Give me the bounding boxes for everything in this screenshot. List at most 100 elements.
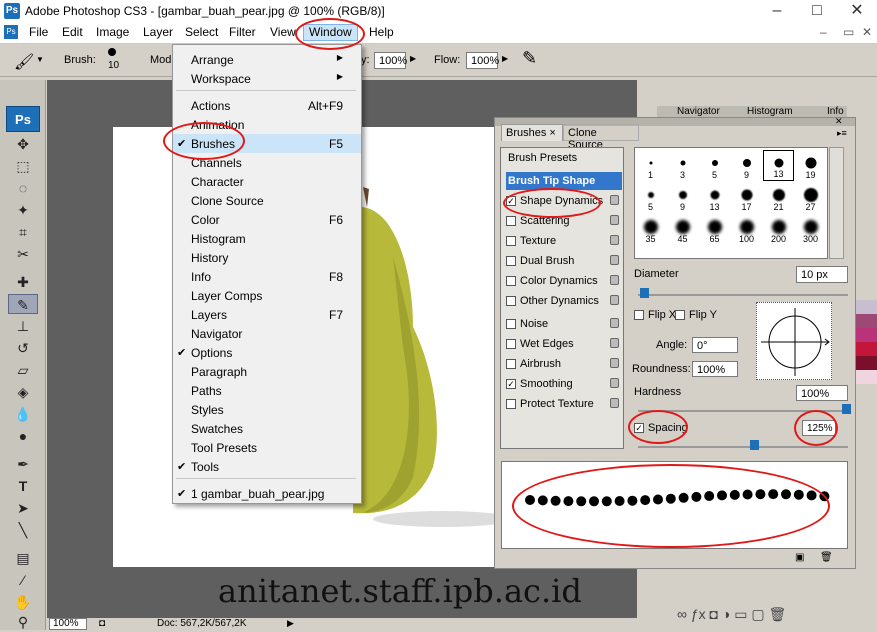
lock-icon[interactable] [610, 255, 619, 265]
brush-tip-5[interactable]: 5 [635, 182, 666, 213]
menu-file[interactable]: File [29, 25, 48, 39]
window-menu-item-clone-source[interactable]: Clone Source [173, 191, 361, 210]
menu-view[interactable]: View [270, 25, 296, 39]
maximize-button[interactable]: □ [797, 0, 837, 22]
tab-brushes[interactable]: Brushes × [501, 124, 563, 141]
window-menu-item-options[interactable]: ✔ Options [173, 343, 361, 362]
window-menu-item-tools[interactable]: ✔ Tools [173, 457, 361, 476]
brush-option-protect-texture[interactable]: Protect Texture [506, 395, 622, 413]
checkbox[interactable] [506, 236, 516, 247]
window-menu-item-paths[interactable]: Paths [173, 381, 361, 400]
brush-option-color-dynamics[interactable]: Color Dynamics [506, 272, 622, 290]
tool-preset-chevron-icon[interactable]: ▼ [36, 55, 44, 64]
status-arrow-icon[interactable]: ▶ [287, 618, 294, 629]
checkbox[interactable] [506, 296, 516, 307]
checkbox[interactable] [506, 256, 516, 267]
lock-icon[interactable] [610, 318, 619, 328]
healing-brush-icon[interactable]: ✚ [8, 272, 38, 292]
lock-icon[interactable] [610, 338, 619, 348]
minimize-button[interactable]: – [757, 0, 797, 22]
layers-footer-icons[interactable]: ∞ ƒx ◘ ◑ ▭ ▢ 🗑 [677, 606, 786, 623]
tab-navigator[interactable]: Navigator [677, 106, 720, 117]
status-icon[interactable]: ◘ [99, 618, 105, 629]
lasso-tool-icon[interactable]: ◌ [8, 178, 38, 198]
diameter-slider-handle[interactable] [640, 288, 649, 298]
menu-filter[interactable]: Filter [229, 25, 256, 39]
brush-preview-icon[interactable] [108, 48, 116, 56]
eraser-tool-icon[interactable]: ▱ [8, 360, 38, 380]
brush-tool-selected-icon[interactable]: ✎ [8, 294, 38, 314]
brush-tip-17[interactable]: 17 [731, 182, 762, 213]
brush-tip-21[interactable]: 21 [763, 182, 794, 213]
type-tool-icon[interactable]: T [8, 476, 38, 496]
line-tool-icon[interactable]: ╲ [8, 520, 38, 540]
spacing-slider-track[interactable] [638, 446, 848, 448]
tab-histogram[interactable]: Histogram [747, 106, 793, 117]
magic-wand-icon[interactable]: ✦ [8, 200, 38, 220]
window-menu-item-history[interactable]: History [173, 248, 361, 267]
pen-tool-icon[interactable]: ✒ [8, 454, 38, 474]
brush-tip-9[interactable]: 9 [667, 182, 698, 213]
menu-window[interactable]: Window [303, 24, 358, 41]
checkbox[interactable] [506, 359, 516, 370]
tab-clone-source[interactable]: Clone Source [563, 124, 639, 151]
window-menu-item-layer-comps[interactable]: Layer Comps [173, 286, 361, 305]
spacing-checkbox[interactable]: ✓ Spacing [634, 422, 688, 434]
dodge-tool-icon[interactable]: ● [8, 426, 38, 446]
brush-option-wet-edges[interactable]: Wet Edges [506, 335, 622, 353]
checkbox[interactable] [506, 276, 516, 287]
brush-option-shape-dynamics[interactable]: ✓ Shape Dynamics [506, 192, 622, 210]
opacity-dropdown-icon[interactable]: ▶ [410, 54, 416, 63]
checkbox[interactable] [506, 339, 516, 350]
flip-y-checkbox[interactable]: Flip Y [675, 309, 717, 321]
brush-tip-9[interactable]: 9 [731, 150, 762, 181]
path-selection-icon[interactable]: ➤ [8, 498, 38, 518]
brush-tip-27[interactable]: 27 [795, 182, 826, 213]
window-menu-item-actions[interactable]: Actions Alt+F9 [173, 96, 361, 115]
blur-tool-icon[interactable]: 💧 [8, 404, 38, 424]
window-menu-item-swatches[interactable]: Swatches [173, 419, 361, 438]
opacity-input[interactable]: 100% [374, 52, 407, 69]
window-menu-item-tool-presets[interactable]: Tool Presets [173, 438, 361, 457]
brush-option-texture[interactable]: Texture [506, 232, 622, 250]
brush-option-other-dynamics[interactable]: Other Dynamics [506, 292, 622, 310]
flow-input[interactable]: 100% [466, 52, 499, 69]
window-menu-item-brushes[interactable]: ✔ Brushes F5 [173, 134, 361, 153]
flow-dropdown-icon[interactable]: ▶ [502, 54, 508, 63]
hardness-slider-handle[interactable] [842, 404, 851, 414]
brush-tool-icon[interactable]: 🖌 [14, 52, 34, 72]
spacing-slider-handle[interactable] [750, 440, 759, 450]
doc-minimize-icon[interactable]: – [820, 25, 827, 39]
zoom-level-input[interactable]: 100% [49, 618, 87, 630]
close-button[interactable]: ✕ [837, 0, 877, 22]
new-preset-icon[interactable]: ▣ [795, 552, 804, 563]
angle-roundness-preview[interactable] [756, 302, 832, 380]
lock-icon[interactable] [610, 215, 619, 225]
swatch-strip[interactable] [855, 300, 877, 400]
hand-tool-icon[interactable]: ✋ [8, 592, 38, 612]
brush-tip-300[interactable]: 300 [795, 214, 826, 245]
slice-tool-icon[interactable]: ✂ [8, 244, 38, 264]
panel-menu-icon[interactable]: ▸≡ [837, 128, 847, 139]
brush-tip-shape-item[interactable]: Brush Tip Shape [506, 172, 622, 190]
flip-x-checkbox[interactable]: Flip X [634, 309, 676, 321]
tip-grid-scrollbar[interactable] [829, 147, 844, 259]
panel-close-icon[interactable]: ✕ [835, 116, 843, 127]
checkbox[interactable] [506, 319, 516, 330]
checkbox[interactable] [506, 216, 516, 227]
window-menu-item-1-gambar-buah-pear-jpg[interactable]: ✔ 1 gambar_buah_pear.jpg [173, 484, 361, 503]
brush-tip-3[interactable]: 3 [667, 150, 698, 181]
zoom-tool-icon[interactable]: ⚲ [8, 612, 38, 632]
paint-bucket-icon[interactable]: ◈ [8, 382, 38, 402]
hardness-slider-track[interactable] [638, 410, 848, 412]
brush-tip-13[interactable]: 13 [763, 150, 794, 181]
brush-tip-5[interactable]: 5 [699, 150, 730, 181]
brush-option-smoothing[interactable]: ✓ Smoothing [506, 375, 622, 393]
window-menu-item-info[interactable]: Info F8 [173, 267, 361, 286]
history-brush-icon[interactable]: ↺ [8, 338, 38, 358]
window-menu-item-arrange[interactable]: Arrange ▶ [173, 50, 361, 69]
window-menu-item-paragraph[interactable]: Paragraph [173, 362, 361, 381]
airbrush-icon[interactable]: ✎ [522, 48, 537, 69]
brush-tip-35[interactable]: 35 [635, 214, 666, 245]
lock-icon[interactable] [610, 378, 619, 388]
